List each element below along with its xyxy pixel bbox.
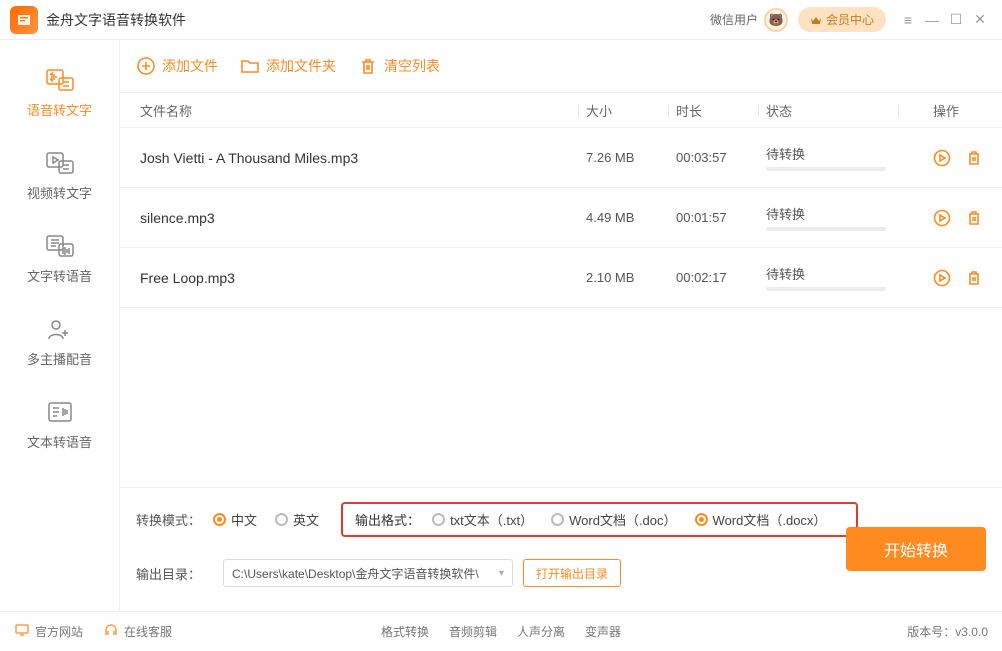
play-button[interactable] [932,268,952,288]
file-duration: 00:02:17 [676,270,766,285]
file-size: 7.26 MB [586,150,676,165]
start-convert-button[interactable]: 开始转换 [846,527,986,571]
doc-to-audio-icon [45,400,75,424]
progress-bar [766,287,886,291]
footer-link-audio-edit[interactable]: 音频剪辑 [449,623,497,640]
member-center-button[interactable]: 会员中心 [798,7,886,32]
monitor-icon [14,622,30,641]
trash-icon [358,56,378,76]
file-name: Josh Vietti - A Thousand Miles.mp3 [136,150,586,166]
sidebar-item-label: 多主播配音 [27,349,92,368]
progress-bar [766,227,886,231]
sidebar-item-doc-to-audio[interactable]: 文本转语音 [0,382,119,465]
output-path-select[interactable]: C:\Users\kate\Desktop\金舟文字语音转换软件\ [223,559,513,587]
menu-button[interactable]: ≡ [896,8,920,32]
crown-icon [810,14,822,26]
file-list: Josh Vietti - A Thousand Miles.mp3 7.26 … [120,128,1002,308]
titlebar: 金舟文字语音转换软件 微信用户 🐻 会员中心 ≡ — ☐ ✕ [0,0,1002,40]
format-label: 输出格式： [355,510,420,529]
member-center-label: 会员中心 [826,11,874,28]
sidebar-item-audio-to-text[interactable]: 语音转文字 [0,50,119,133]
sidebar-item-label: 文字转语音 [27,266,92,285]
col-header-duration: 时长 [676,101,766,120]
file-size: 4.49 MB [586,210,676,225]
official-site-link[interactable]: 官方网站 [14,622,83,641]
mode-label: 转换模式： [136,510,201,529]
options-panel: 转换模式： 中文 英文 输出格式： txt文本（.txt） Word文档（.do… [120,487,1002,611]
file-size: 2.10 MB [586,270,676,285]
minimize-button[interactable]: — [920,8,944,32]
footer-links: 格式转换 音频剪辑 人声分离 变声器 [381,623,621,640]
col-header-op: 操作 [906,101,986,120]
sidebar-item-multi-anchor[interactable]: 多主播配音 [0,299,119,382]
sidebar-item-label: 文本转语音 [27,432,92,451]
maximize-button[interactable]: ☐ [944,8,968,32]
app-logo [10,6,38,34]
footer-link-voice-change[interactable]: 变声器 [585,623,621,640]
video-to-text-icon [45,151,75,175]
progress-bar [766,167,886,171]
sidebar: 语音转文字 视频转文字 文字转语音 多主播配音 文本转语音 [0,40,120,611]
format-options-box: 输出格式： txt文本（.txt） Word文档（.doc） Word文档（.d… [341,502,858,537]
wechat-user-label: 微信用户 [710,11,758,28]
file-row: silence.mp3 4.49 MB 00:01:57 待转换 [120,188,1002,248]
user-avatar[interactable]: 🐻 [764,8,788,32]
online-service-link[interactable]: 在线客服 [103,622,172,641]
mode-radio-chinese[interactable]: 中文 [213,510,257,529]
headset-icon [103,622,119,641]
mode-radio-english[interactable]: 英文 [275,510,319,529]
delete-button[interactable] [964,208,984,228]
footer-link-voice-sep[interactable]: 人声分离 [517,623,565,640]
footer-link-format[interactable]: 格式转换 [381,623,429,640]
sidebar-item-label: 视频转文字 [27,183,92,202]
audio-to-text-icon [45,68,75,92]
footer: 官方网站 在线客服 格式转换 音频剪辑 人声分离 变声器 版本号：v3.0.0 [0,611,1002,651]
file-duration: 00:03:57 [676,150,766,165]
delete-button[interactable] [964,268,984,288]
delete-button[interactable] [964,148,984,168]
sidebar-item-label: 语音转文字 [27,100,92,119]
file-list-header: 文件名称 大小 时长 状态 操作 [120,92,1002,128]
file-row: Free Loop.mp3 2.10 MB 00:02:17 待转换 [120,248,1002,308]
version-info: 版本号：v3.0.0 [907,623,988,640]
text-to-audio-icon [45,234,75,258]
col-header-status: 状态 [766,101,906,120]
col-header-size: 大小 [586,101,676,120]
multi-anchor-icon [45,317,75,341]
file-row: Josh Vietti - A Thousand Miles.mp3 7.26 … [120,128,1002,188]
play-button[interactable] [932,148,952,168]
add-folder-button[interactable]: 添加文件夹 [240,56,336,76]
file-name: Free Loop.mp3 [136,270,586,286]
play-button[interactable] [932,208,952,228]
plus-circle-icon [136,56,156,76]
clear-list-button[interactable]: 清空列表 [358,56,440,76]
file-status: 待转换 [766,144,906,171]
file-name: silence.mp3 [136,210,586,226]
add-file-button[interactable]: 添加文件 [136,56,218,76]
file-status: 待转换 [766,204,906,231]
file-duration: 00:01:57 [676,210,766,225]
sidebar-item-video-to-text[interactable]: 视频转文字 [0,133,119,216]
open-output-button[interactable]: 打开输出目录 [523,559,621,587]
toolbar: 添加文件 添加文件夹 清空列表 [120,40,1002,92]
close-button[interactable]: ✕ [968,8,992,32]
app-title: 金舟文字语音转换软件 [46,10,186,30]
file-status: 待转换 [766,264,906,291]
format-radio-docx[interactable]: Word文档（.docx） [695,510,827,529]
format-radio-doc[interactable]: Word文档（.doc） [551,510,676,529]
format-radio-txt[interactable]: txt文本（.txt） [432,510,533,529]
sidebar-item-text-to-audio[interactable]: 文字转语音 [0,216,119,299]
folder-icon [240,56,260,76]
output-label: 输出目录： [136,564,201,583]
col-header-name: 文件名称 [136,101,586,120]
